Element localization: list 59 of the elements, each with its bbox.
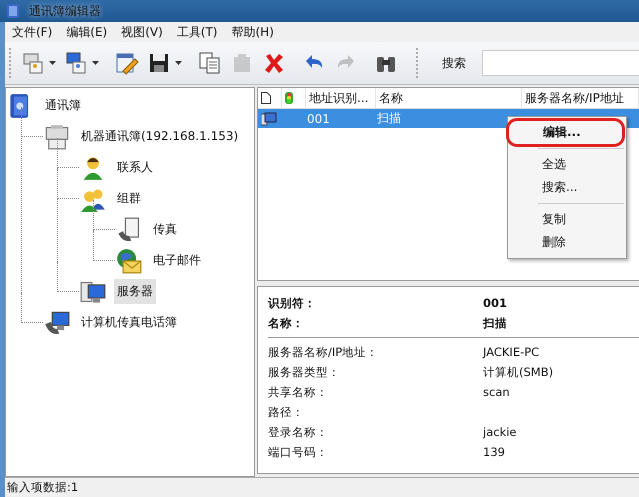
field-label: 端口号码：	[268, 444, 329, 460]
caret-icon	[49, 61, 56, 65]
field-label: 登录名称：	[268, 424, 329, 440]
caret-icon	[92, 61, 99, 65]
add-device-icon	[21, 51, 45, 75]
table-cell-text: 扫描	[376, 110, 402, 127]
menu-item[interactable]: 工具(T)	[170, 24, 224, 40]
tree-item[interactable]: 服务器	[114, 279, 156, 304]
status-text: 输入项数据:1	[7, 480, 78, 495]
device-icon	[44, 124, 70, 150]
search-field[interactable]	[482, 50, 639, 76]
tree-item[interactable]: 电子邮件	[150, 248, 204, 273]
field-value: 计算机(SMB)	[483, 364, 554, 380]
menu-item[interactable]: 删除	[508, 231, 626, 254]
field-value: 139	[483, 445, 505, 459]
tree-item[interactable]: 机器通讯簿(192.168.1.153)	[78, 124, 242, 149]
field-label: 服务器名称/IP地址：	[268, 344, 380, 360]
edit-icon	[115, 51, 139, 75]
table-cell-text: 001	[306, 112, 331, 126]
menu-item[interactable]: 文件(F)	[5, 24, 60, 40]
column-header[interactable]: 地址识别...	[306, 88, 376, 108]
computer-icon	[44, 310, 70, 336]
field-label: 共享名称：	[268, 384, 329, 400]
column-header[interactable]: 服务器名称/IP地址	[522, 88, 639, 108]
menu-item[interactable]: 编辑(E)	[59, 24, 114, 40]
tree-item[interactable]: 计算机传真电话簿	[78, 310, 180, 335]
delete-icon	[262, 51, 286, 75]
field-label: 服务器类型：	[268, 364, 341, 380]
field-value: 扫描	[483, 316, 507, 330]
menu-item[interactable]: 帮助(H)	[224, 24, 281, 40]
column-header[interactable]: 名称	[376, 88, 522, 108]
caret-icon	[175, 61, 182, 65]
field-value: scan	[483, 385, 510, 399]
server-icon	[261, 112, 277, 126]
column-header[interactable]	[258, 88, 282, 108]
copy-icon	[198, 51, 222, 75]
traffic-light-icon	[285, 92, 293, 104]
field-value: 001	[483, 296, 508, 310]
field-value: JACKIE-PC	[483, 345, 540, 359]
tree-item[interactable]: 组群	[114, 186, 144, 211]
menu-item[interactable]: 搜索...	[508, 176, 626, 199]
field-label: 名称：	[268, 316, 305, 330]
email-icon	[116, 248, 142, 274]
add-computer-icon	[64, 51, 88, 75]
save-icon	[147, 51, 171, 75]
field-label: 识别符：	[268, 296, 317, 310]
tree-item[interactable]: 通讯簿	[42, 93, 84, 118]
tree-item[interactable]: 联系人	[114, 155, 156, 180]
search-label: 搜索	[442, 54, 466, 72]
book-icon	[6, 3, 20, 19]
menu-item[interactable]: 视图(V)	[114, 24, 170, 40]
menu-item[interactable]: 全选	[508, 153, 626, 176]
window-title: 通讯簿编辑器	[28, 2, 102, 20]
page-icon	[261, 92, 271, 104]
field-label: 路径：	[268, 404, 305, 420]
fax-icon	[116, 216, 142, 242]
field-value: jackie	[483, 425, 516, 439]
tree-item[interactable]: 传真	[150, 217, 180, 242]
menu-item[interactable]: 复制	[508, 208, 626, 231]
